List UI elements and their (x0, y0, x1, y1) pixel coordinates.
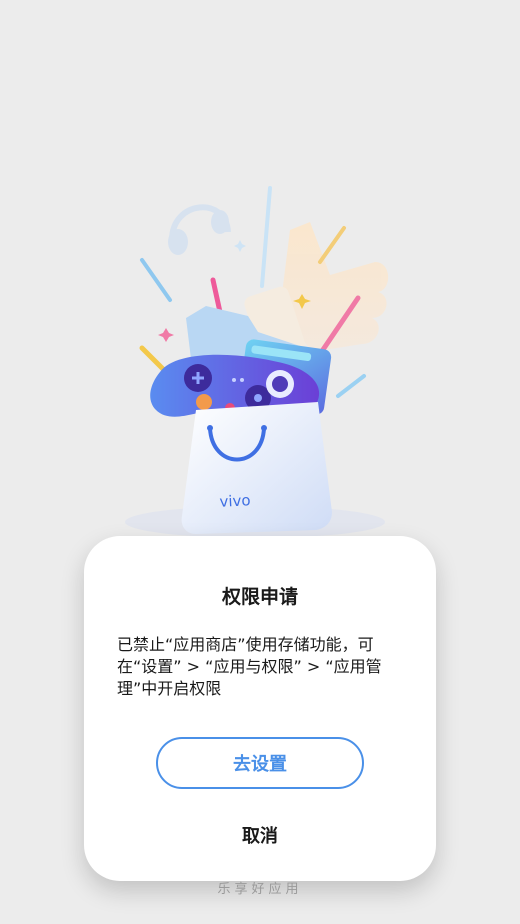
dialog-message: 已禁止“应用商店”使用存储功能，可在“设置” > “应用与权限” > “应用管理… (117, 635, 382, 698)
headphones-icon (168, 204, 231, 255)
permission-dialog: 权限申请 已禁止“应用商店”使用存储功能，可在“设置” > “应用与权限” > … (84, 536, 436, 881)
go-to-settings-button[interactable]: 去设置 (156, 737, 364, 789)
splash-illustration: vivo (0, 0, 520, 560)
footer-slogan: 乐享好应用 (217, 882, 303, 897)
bag-brand-logo: vivo (219, 491, 251, 511)
dialog-title: 权限申请 (221, 586, 298, 608)
shopping-bag-icon: vivo (181, 402, 332, 534)
cancel-button[interactable]: 取消 (192, 818, 328, 852)
